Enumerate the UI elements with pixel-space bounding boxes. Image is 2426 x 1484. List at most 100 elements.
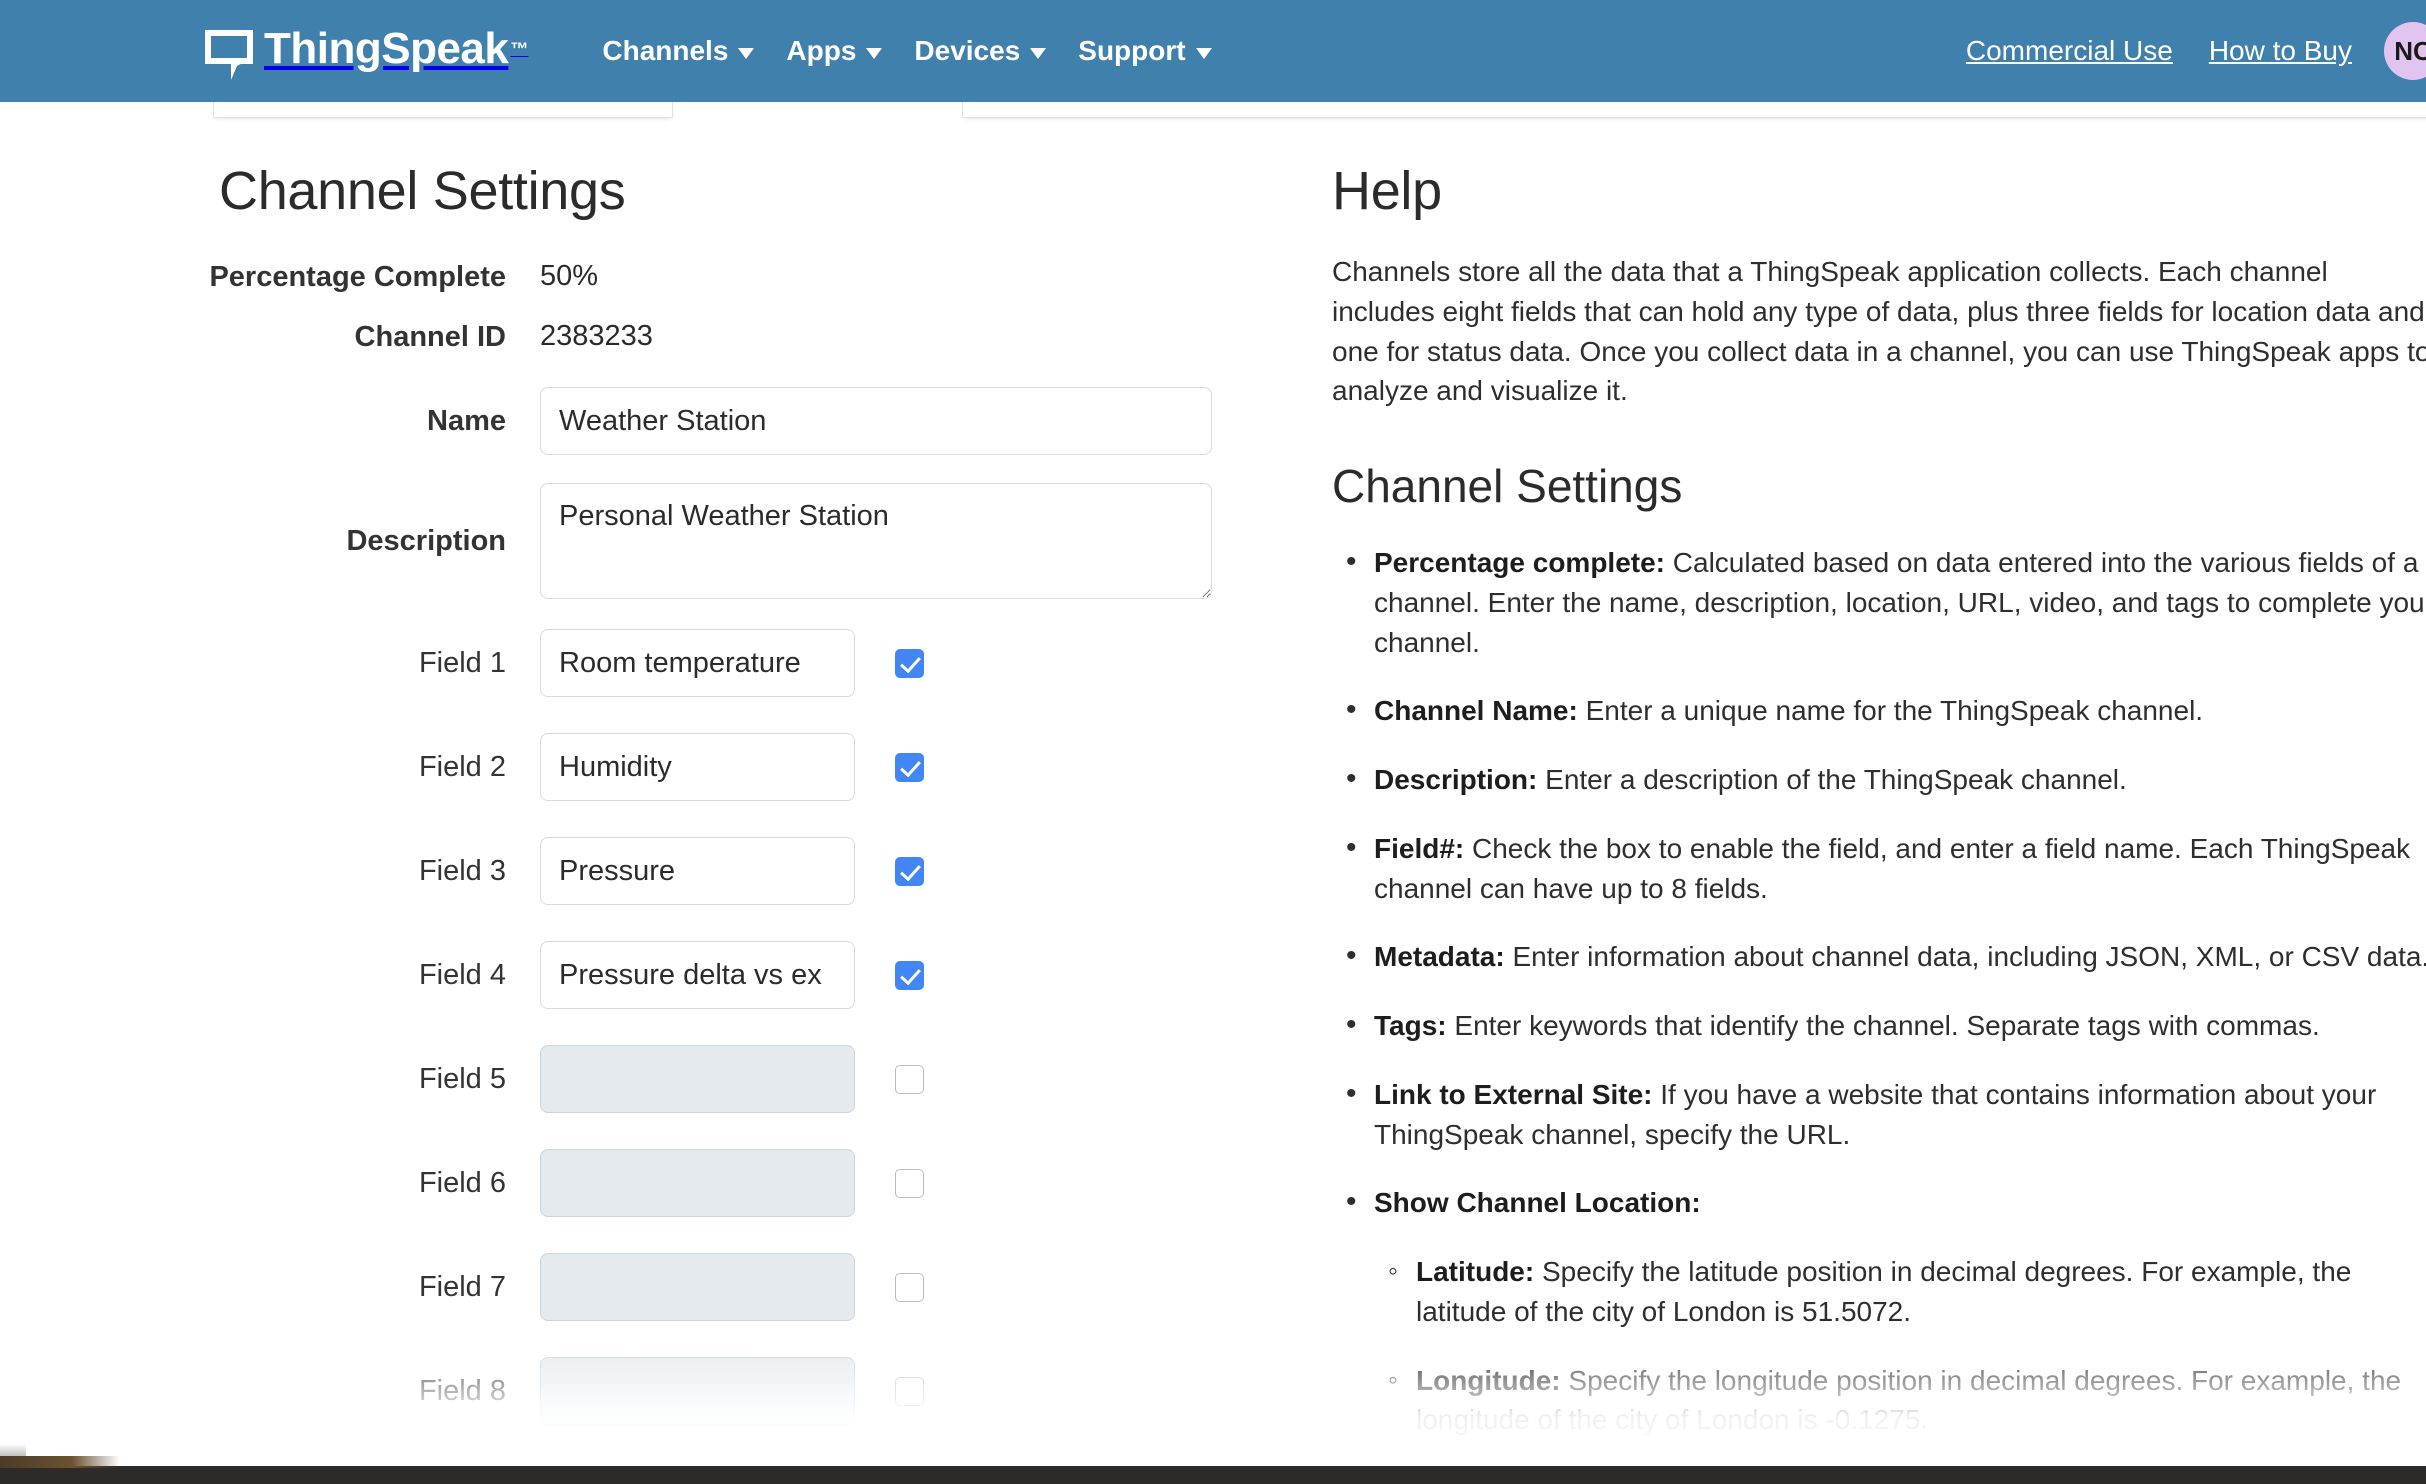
chevron-down-icon bbox=[738, 47, 755, 59]
field-5-input[interactable] bbox=[540, 1045, 855, 1114]
avatar[interactable]: NC bbox=[2384, 22, 2426, 80]
row-field-8: Field 8 bbox=[0, 1357, 1230, 1426]
help-term: Longitude: bbox=[1416, 1364, 1561, 1396]
help-text: Enter a unique name for the ThingSpeak c… bbox=[1577, 695, 2204, 727]
help-item-description: Description: Enter a description of the … bbox=[1346, 758, 2426, 800]
nav-item-channels[interactable]: Channels bbox=[586, 35, 770, 67]
field-3-input[interactable] bbox=[540, 837, 855, 906]
help-term: Description: bbox=[1374, 764, 1538, 795]
row-field-2: Field 2 bbox=[0, 733, 1230, 802]
field-1-label: Field 1 bbox=[418, 646, 506, 679]
name-label: Name bbox=[427, 404, 506, 437]
row-field-6: Field 6 bbox=[0, 1149, 1230, 1218]
nav-link-how-to-buy[interactable]: How to Buy bbox=[2191, 35, 2370, 67]
help-term: Tags: bbox=[1374, 1010, 1447, 1041]
help-term: Channel Name: bbox=[1374, 695, 1578, 727]
nav-item-channels-label: Channels bbox=[602, 35, 729, 66]
row-field-1: Field 1 bbox=[0, 629, 1230, 698]
row-field-7: Field 7 bbox=[0, 1253, 1230, 1322]
help-text: Enter keywords that identify the channel… bbox=[1446, 1010, 2320, 1041]
channel-settings-column: Channel Settings Percentage Complete 50%… bbox=[0, 102, 1230, 1461]
field-1-input[interactable] bbox=[540, 629, 855, 698]
field-2-checkbox[interactable] bbox=[895, 752, 924, 782]
help-item-channel-name: Channel Name: Enter a unique name for th… bbox=[1346, 689, 2426, 731]
chevron-down-icon bbox=[1195, 47, 1212, 59]
channel-settings-form: Percentage Complete 50% Channel ID 23832… bbox=[0, 260, 1230, 1426]
thingspeak-logo-link[interactable]: ThingSpeak ™ bbox=[205, 24, 529, 80]
field-6-input[interactable] bbox=[540, 1149, 855, 1218]
help-item-field-number: Field#: Check the box to enable the fiel… bbox=[1346, 827, 2426, 909]
field-3-checkbox[interactable] bbox=[895, 856, 924, 886]
name-input[interactable] bbox=[540, 387, 1212, 456]
help-item-show-channel-location: Show Channel Location: Latitude: Specify… bbox=[1346, 1181, 2426, 1441]
field-1-checkbox[interactable] bbox=[895, 648, 924, 678]
help-section-title: Channel Settings bbox=[1332, 460, 1683, 512]
nav-item-devices[interactable]: Devices bbox=[898, 35, 1062, 67]
field-7-input[interactable] bbox=[540, 1253, 855, 1322]
help-item-metadata: Metadata: Enter information about channe… bbox=[1346, 935, 2426, 977]
field-7-checkbox[interactable] bbox=[895, 1272, 924, 1302]
field-6-checkbox[interactable] bbox=[895, 1168, 924, 1198]
help-term: Percentage complete: bbox=[1374, 547, 1665, 578]
row-field-3: Field 3 bbox=[0, 837, 1230, 906]
help-text: Check the box to enable the field, and e… bbox=[1374, 832, 2411, 904]
page-title: Channel Settings bbox=[219, 161, 626, 221]
percentage-complete-label: Percentage Complete bbox=[209, 261, 506, 293]
help-item-tags: Tags: Enter keywords that identify the c… bbox=[1346, 1004, 2426, 1046]
row-field-5: Field 5 bbox=[0, 1045, 1230, 1114]
field-8-checkbox[interactable] bbox=[895, 1376, 924, 1406]
row-description: Description Personal Weather Station bbox=[0, 483, 1230, 600]
help-subitem-latitude: Latitude: Specify the latitude position … bbox=[1388, 1251, 2426, 1332]
help-term: Show Channel Location: bbox=[1374, 1187, 1701, 1219]
row-field-4: Field 4 bbox=[0, 941, 1230, 1010]
scrolled-panel-left bbox=[213, 102, 673, 118]
help-subitem-longitude: Longitude: Specify the longitude positio… bbox=[1388, 1360, 2426, 1441]
brand-name: ThingSpeak bbox=[264, 24, 509, 73]
help-title: Help bbox=[1332, 161, 1442, 221]
help-sub-bullet-list: Latitude: Specify the latitude position … bbox=[1374, 1251, 2426, 1441]
chevron-down-icon bbox=[1030, 47, 1047, 59]
help-term: Field#: bbox=[1374, 832, 1465, 864]
nav-item-apps-label: Apps bbox=[786, 35, 857, 66]
help-term: Metadata: bbox=[1374, 941, 1505, 973]
trademark-symbol: ™ bbox=[510, 38, 529, 59]
help-item-percentage-complete: Percentage complete: Calculated based on… bbox=[1346, 541, 2426, 662]
field-5-checkbox[interactable] bbox=[895, 1064, 924, 1094]
secondary-nav: Commercial Use How to Buy NC bbox=[1948, 0, 2426, 102]
help-text: Specify the latitude position in decimal… bbox=[1416, 1256, 2352, 1327]
help-term: Latitude: bbox=[1416, 1256, 1535, 1287]
nav-item-support-label: Support bbox=[1078, 35, 1186, 66]
speech-bubble-icon bbox=[205, 28, 255, 80]
channel-id-label: Channel ID bbox=[354, 321, 506, 354]
help-bullet-list: Percentage complete: Calculated based on… bbox=[1332, 541, 2426, 1441]
nav-link-commercial-use[interactable]: Commercial Use bbox=[1948, 35, 2191, 67]
field-4-checkbox[interactable] bbox=[895, 960, 924, 990]
row-percentage-complete: Percentage Complete 50% bbox=[0, 260, 1230, 293]
field-2-input[interactable] bbox=[540, 733, 855, 802]
help-column: Help Channels store all the data that a … bbox=[1332, 102, 2426, 1469]
browser-viewport: ThingSpeak ™ Channels Apps Devices Suppo… bbox=[0, 0, 2426, 1484]
description-label: Description bbox=[346, 524, 506, 557]
field-4-label: Field 4 bbox=[418, 958, 506, 991]
channel-id-value: 2383233 bbox=[540, 320, 653, 353]
row-channel-id: Channel ID 2383233 bbox=[0, 320, 1230, 353]
help-text: Specify the longitude position in decima… bbox=[1416, 1364, 2402, 1436]
nav-item-support[interactable]: Support bbox=[1062, 35, 1227, 67]
field-7-label: Field 7 bbox=[418, 1270, 506, 1303]
bottom-chrome-highlight bbox=[0, 1456, 120, 1468]
field-2-label: Field 2 bbox=[418, 750, 506, 783]
help-text: Enter information about channel data, in… bbox=[1504, 941, 2426, 973]
help-text: Enter a description of the ThingSpeak ch… bbox=[1537, 764, 2127, 795]
scrolled-panel-right bbox=[962, 102, 2426, 118]
help-term: Link to External Site: bbox=[1374, 1078, 1653, 1110]
help-item-link-external-site: Link to External Site: If you have a web… bbox=[1346, 1073, 2426, 1155]
nav-item-apps[interactable]: Apps bbox=[770, 35, 898, 67]
row-name: Name bbox=[0, 387, 1230, 456]
field-6-label: Field 6 bbox=[418, 1166, 506, 1199]
field-4-input[interactable] bbox=[540, 941, 855, 1010]
description-textarea[interactable]: Personal Weather Station bbox=[540, 483, 1212, 600]
field-5-label: Field 5 bbox=[418, 1062, 506, 1095]
field-8-input[interactable] bbox=[540, 1357, 855, 1426]
percentage-complete-value: 50% bbox=[540, 260, 599, 292]
primary-nav: Channels Apps Devices Support bbox=[586, 35, 1227, 67]
